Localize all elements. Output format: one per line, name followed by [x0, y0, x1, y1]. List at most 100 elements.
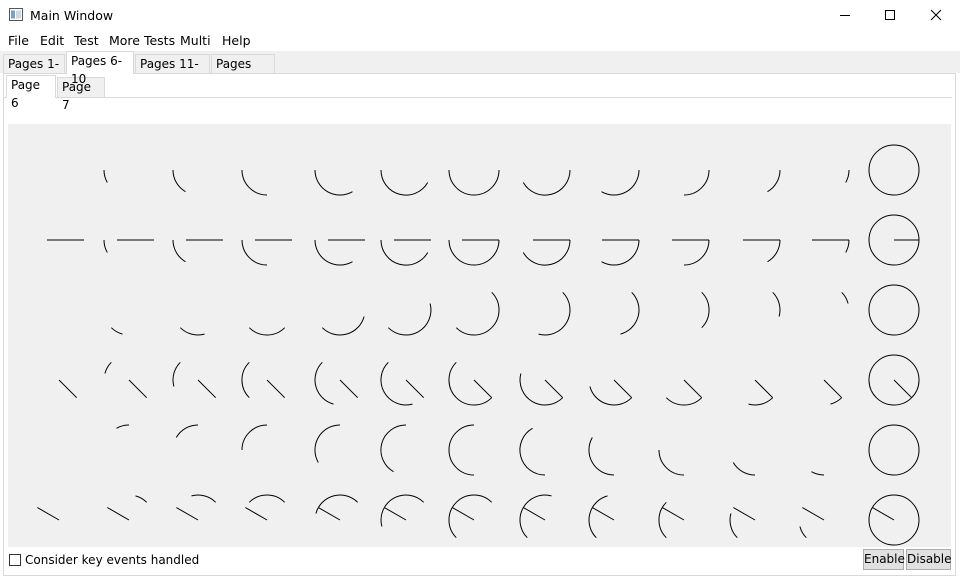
radius-r3-c3: [266, 379, 286, 399]
arc-r5-c8: [588, 495, 608, 539]
arc-r2-c9: [701, 291, 710, 329]
arc-r1-c4: [314, 239, 353, 266]
arc-test-drawing: [37, 144, 920, 546]
close-icon: [930, 9, 942, 21]
radius-r5-c9: [662, 507, 685, 521]
inner-tab-divider: [4, 97, 952, 98]
arc-r3-c11: [830, 397, 843, 405]
tab-page-6[interactable]: Page 6: [6, 75, 56, 110]
radius-r3-c8: [613, 379, 633, 399]
arc-r0-c5: [380, 169, 429, 196]
menu-edit[interactable]: Edit: [40, 33, 64, 48]
arc-r4-c5: [380, 424, 407, 473]
arc-r1-c3: [241, 239, 268, 266]
arc-r3-c1: [104, 361, 112, 374]
radius-r3-c4: [339, 379, 359, 399]
maximize-button[interactable]: [867, 0, 913, 30]
arc-r1-c7: [522, 239, 571, 266]
full-circle-r2: [868, 284, 920, 336]
arc-r1-c10: [767, 239, 781, 263]
arc-r0-c11: [845, 169, 850, 183]
radius-r3-c0: [58, 379, 78, 399]
full-circle-r0: [868, 144, 920, 196]
tab-pages-1-5[interactable]: Pages 1-5: [3, 54, 65, 89]
tab-pages-16[interactable]: Pages 16-?: [211, 54, 275, 89]
arc-r1-c1: [103, 239, 108, 253]
arc-r0-c6: [448, 169, 500, 196]
arc-r4-c4: [314, 424, 341, 463]
arc-r0-c3: [241, 169, 268, 196]
arc-r3-c7: [519, 373, 564, 406]
radius-r5-c4: [318, 507, 341, 521]
arc-r1-c8: [601, 239, 640, 266]
full-circle-radius-r3: [893, 379, 913, 399]
key-events-checkbox-label: Consider key events handled: [25, 553, 200, 567]
arc-r0-c10: [767, 169, 781, 193]
arc-r0-c4: [314, 169, 353, 196]
arc-r3-c4: [314, 361, 334, 405]
arc-r3-c6: [448, 361, 493, 406]
arc-r3-c10: [748, 397, 774, 406]
arc-r4-c11: [811, 471, 825, 476]
arc-r3-c3: [241, 361, 250, 399]
arc-r2-c7: [538, 291, 571, 336]
arc-r2-c8: [620, 291, 640, 335]
arc-r3-c5: [380, 361, 413, 406]
menu-bar: File Edit Test More Tests Multi Help: [0, 31, 960, 51]
menu-file[interactable]: File: [8, 33, 29, 48]
arc-r2-c10: [772, 291, 781, 317]
arc-r0-c9: [683, 169, 710, 196]
arc-r1-c9: [683, 239, 710, 266]
radius-r5-c7: [523, 507, 546, 521]
arc-r4-c3: [241, 424, 268, 451]
arc-r0-c1: [103, 169, 108, 183]
arc-r5-c3: [248, 494, 286, 503]
arc-r2-c6: [455, 291, 500, 336]
radius-r5-c8: [592, 507, 615, 521]
radius-r5-c5: [384, 507, 407, 521]
tab-pages-11-15[interactable]: Pages 11-15: [135, 54, 210, 89]
arc-r4-c1: [116, 424, 130, 429]
menu-test[interactable]: Test: [74, 33, 99, 48]
radius-r3-c10: [754, 379, 774, 399]
arc-r2-c1: [110, 327, 123, 335]
radius-r3-c7: [544, 379, 564, 399]
menu-more-tests[interactable]: More Tests: [109, 33, 175, 48]
radius-r5-c6: [452, 507, 475, 521]
arc-r1-c6: [448, 239, 500, 266]
radius-r5-c2: [176, 507, 199, 521]
arc-r5-c6: [448, 494, 493, 539]
app-icon: [9, 8, 23, 21]
menu-multi[interactable]: Multi: [180, 33, 211, 48]
arc-r4-c2: [175, 424, 199, 438]
arc-r2-c11: [841, 291, 849, 304]
arc-drawing-canvas: [8, 124, 951, 547]
arc-r0-c2: [172, 169, 186, 193]
minimize-button[interactable]: [822, 0, 868, 30]
disable-button[interactable]: Disable: [906, 549, 952, 570]
arc-r2-c5: [387, 303, 432, 336]
arc-r3-c9: [665, 397, 703, 406]
enable-button[interactable]: Enable: [863, 549, 905, 570]
key-events-checkbox[interactable]: [9, 554, 21, 566]
key-events-checkbox-row[interactable]: Consider key events handled: [9, 552, 199, 568]
arc-r4-c7: [519, 427, 546, 476]
arc-r2-c4: [321, 316, 365, 336]
radius-r5-c10: [733, 507, 756, 521]
arc-r1-c2: [172, 239, 186, 263]
arc-r3-c2: [172, 361, 181, 387]
radius-r5-c1: [107, 507, 130, 521]
window-title: Main Window: [30, 8, 114, 23]
arc-r0-c8: [601, 169, 640, 196]
arc-r5-c5: [380, 494, 425, 527]
arc-r4-c9: [658, 449, 685, 476]
radius-r3-c1: [128, 379, 148, 399]
inner-tab-bar: Page 6 Page 7: [4, 75, 954, 112]
tab-pages-6-10[interactable]: Pages 6-10: [66, 51, 134, 86]
radius-r3-c9: [683, 379, 703, 399]
menu-help[interactable]: Help: [222, 33, 251, 48]
radius-r3-c6: [473, 379, 493, 399]
arc-r2-c3: [248, 327, 286, 336]
close-button[interactable]: [913, 0, 959, 30]
arc-r5-c7: [519, 494, 552, 539]
